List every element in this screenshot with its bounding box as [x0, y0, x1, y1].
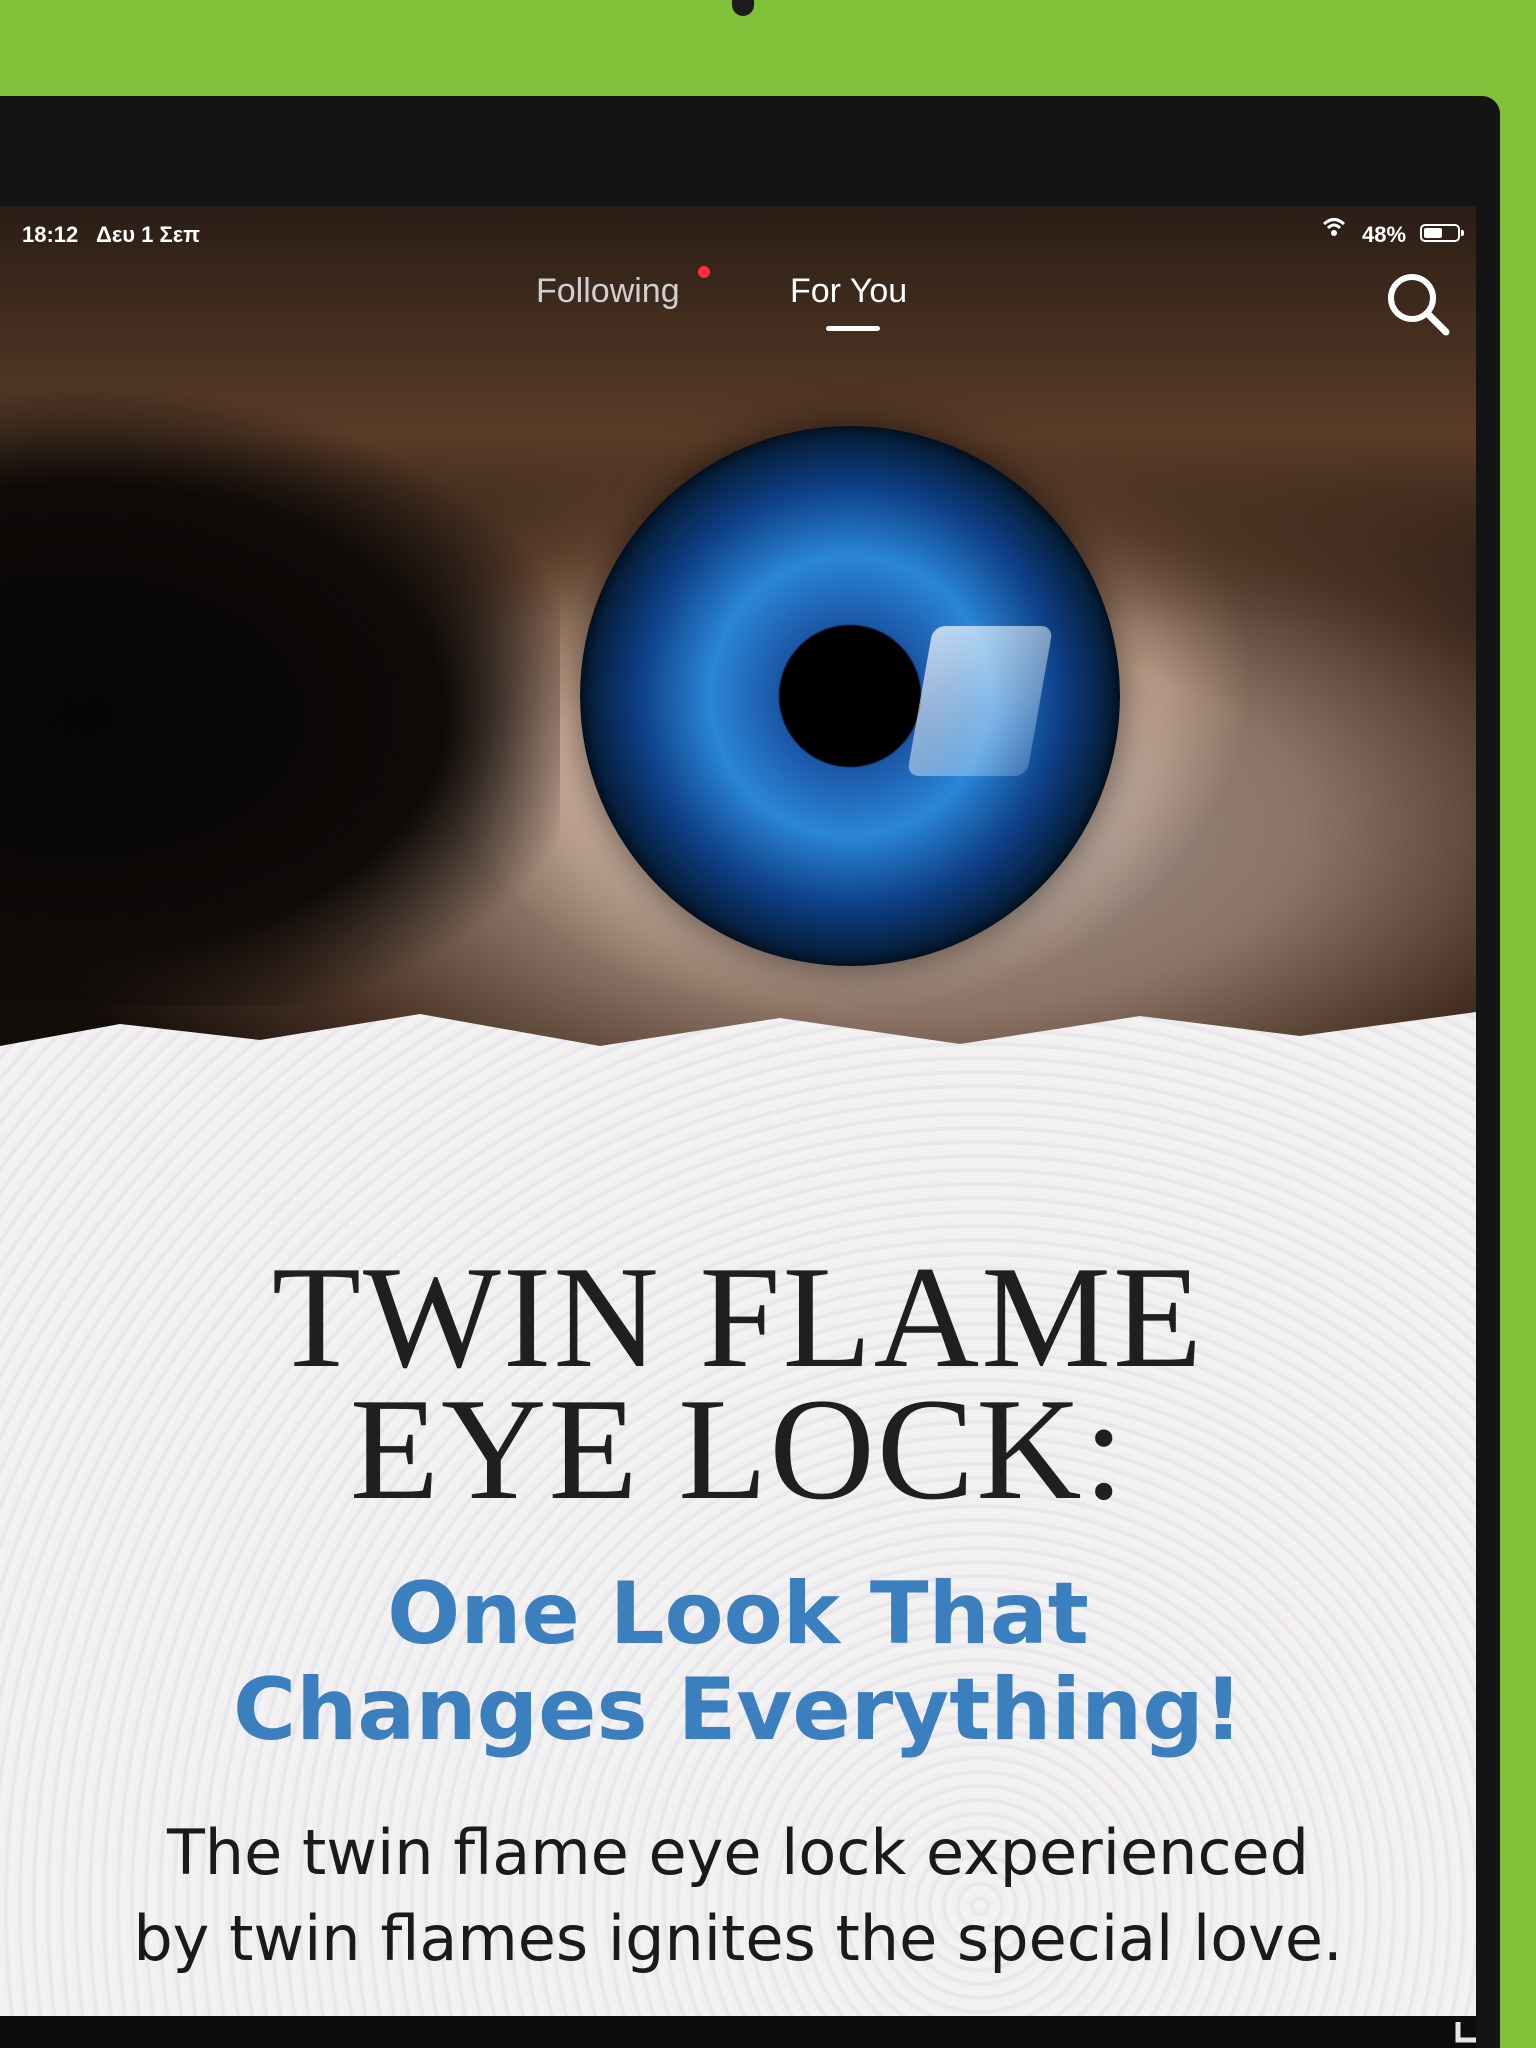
pin-description: The twin flame eye lock experienced by t… [0, 1810, 1476, 1982]
status-time: 18:12 [22, 222, 79, 247]
pin-description-line-2: by twin flames ignites the special love. [133, 1902, 1343, 1975]
search-icon [1388, 274, 1450, 336]
device-camera [732, 0, 754, 16]
status-bar: 18:12 Δευ 1 Σεπ 48% [0, 206, 1476, 262]
tab-selected-indicator [826, 326, 880, 331]
pin-title: TWIN FLAME EYE LOCK: [0, 1236, 1476, 1530]
tablet-frame: TWIN FLAME EYE LOCK: One Look That Chang… [0, 96, 1500, 2048]
collapse-button[interactable] [1418, 2016, 1476, 2048]
status-date: Δευ 1 Σεπ [96, 222, 201, 247]
search-button[interactable] [1380, 266, 1456, 342]
pin-subtitle: One Look That Changes Everything! [0, 1566, 1476, 1758]
pin-subtitle-line-1: One Look That [387, 1564, 1089, 1664]
tab-following[interactable]: Following [536, 272, 680, 311]
pin-title-line-1: TWIN FLAME [271, 1236, 1205, 1398]
lash-shadow [0, 386, 560, 1006]
notification-dot [698, 266, 710, 278]
pin-description-line-1: The twin flame eye lock experienced [166, 1816, 1310, 1889]
pin-title-line-2: EYE LOCK: [349, 1368, 1127, 1530]
collapse-icon [1455, 2022, 1476, 2043]
pin-subtitle-line-2: Changes Everything! [232, 1660, 1244, 1760]
battery-icon [1420, 224, 1464, 242]
screen: TWIN FLAME EYE LOCK: One Look That Chang… [0, 206, 1476, 2048]
tab-for-you[interactable]: For You [790, 272, 907, 311]
battery-percentage: 48% [1362, 222, 1407, 247]
